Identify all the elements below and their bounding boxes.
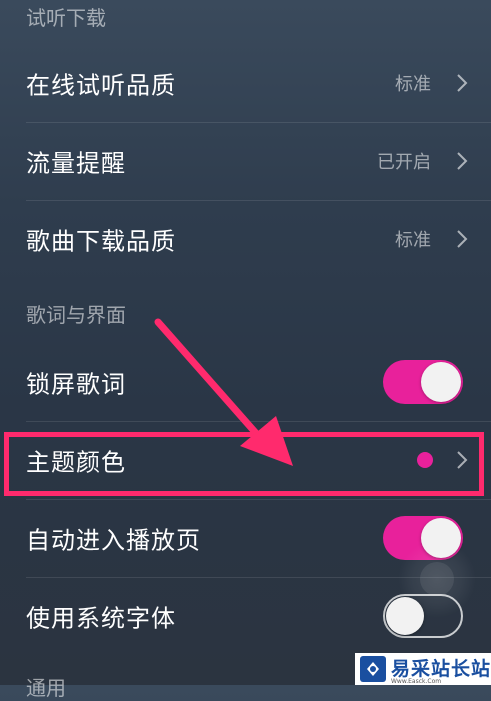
watermark-text: 易采站长站: [391, 658, 491, 680]
watermark: 易采站长站 Www.Easck.Com: [355, 653, 491, 685]
site-logo-icon: [360, 656, 386, 682]
watermark-sub: Www.Easck.Com: [391, 678, 442, 685]
annotation-arrow-icon: [154, 318, 293, 466]
